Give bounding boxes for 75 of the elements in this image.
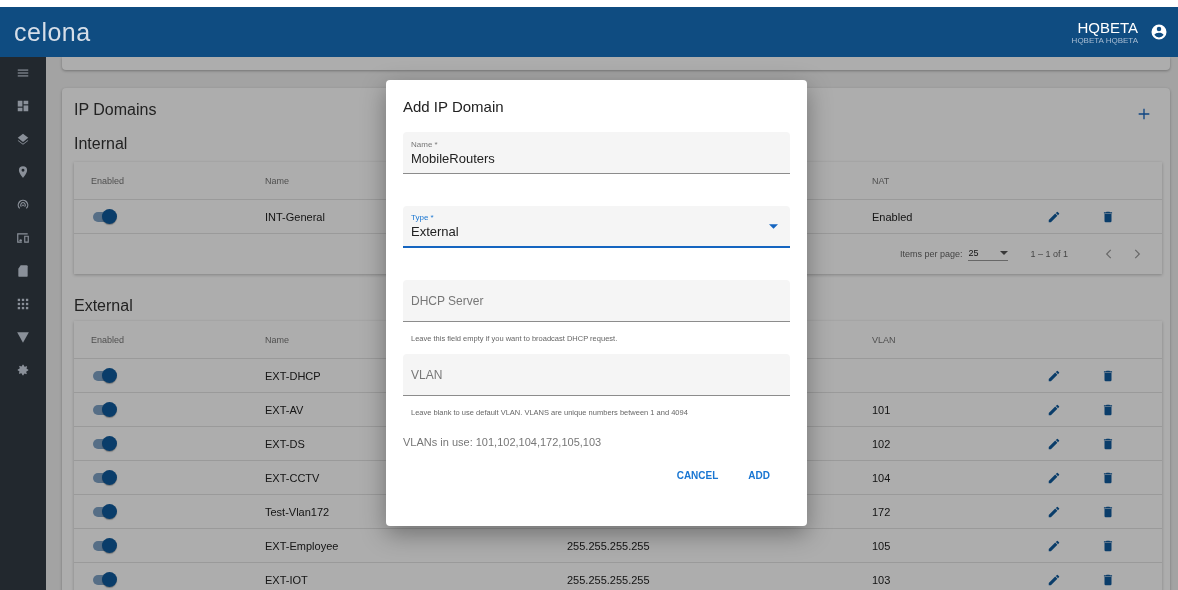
caret-icon xyxy=(1000,250,1009,255)
location-pin-icon[interactable] xyxy=(16,165,30,179)
user-name: HQBETA xyxy=(1077,19,1138,36)
toggle-switch[interactable] xyxy=(91,400,118,419)
card-title: IP Domains xyxy=(74,101,157,119)
input-field[interactable]: Type * External xyxy=(403,206,790,248)
edit-icon[interactable] xyxy=(1047,470,1061,485)
add-button[interactable]: ADD xyxy=(736,464,782,487)
dialog-title: Add IP Domain xyxy=(403,98,505,117)
delete-icon[interactable] xyxy=(1101,402,1115,417)
edit-icon[interactable] xyxy=(1047,209,1061,224)
caret-icon xyxy=(769,223,778,229)
settings-icon[interactable] xyxy=(16,363,30,377)
user-subtitle: HQBETA HQBETA xyxy=(1071,36,1138,45)
delete-icon[interactable] xyxy=(1101,368,1115,383)
column-header: Enabled xyxy=(91,175,125,186)
account-icon[interactable] xyxy=(1150,23,1168,41)
edit-icon[interactable] xyxy=(1047,572,1061,587)
layers-icon[interactable] xyxy=(16,132,30,146)
delete-icon[interactable] xyxy=(1101,209,1115,224)
table-cell: 103 xyxy=(872,573,891,586)
sim-card-icon[interactable] xyxy=(16,264,30,278)
table-cell: EXT-CCTV xyxy=(265,471,320,484)
toggle-switch[interactable] xyxy=(91,207,118,226)
edit-icon[interactable] xyxy=(1047,436,1061,451)
devices-icon[interactable] xyxy=(16,231,30,245)
toggle-switch[interactable] xyxy=(91,434,118,453)
dashboard-icon[interactable] xyxy=(16,99,30,113)
items-per-page-label: Items per page: xyxy=(899,249,963,259)
table-cell: EXT-DHCP xyxy=(265,369,321,382)
delete-icon[interactable] xyxy=(1101,504,1115,519)
section-title: Internal xyxy=(74,135,128,153)
column-header: Name xyxy=(265,334,289,345)
edit-icon[interactable] xyxy=(1047,504,1061,519)
table-cell: 172 xyxy=(872,505,891,518)
table-cell: 255.255.255.255 xyxy=(567,539,650,552)
column-header: NAT xyxy=(872,175,890,186)
table-cell: EXT-IOT xyxy=(265,573,308,586)
table-cell: Test-Vlan172 xyxy=(265,505,330,518)
table-cell: EXT-Employee xyxy=(265,539,339,552)
input-field[interactable]: Name * MobileRouters xyxy=(403,132,790,174)
table-cell: Enabled xyxy=(872,210,913,223)
delete-icon[interactable] xyxy=(1101,470,1115,485)
table-cell: INT-General xyxy=(265,210,325,223)
table-cell: 255.255.255.255 xyxy=(567,573,650,586)
logo: celona xyxy=(14,17,91,47)
cancel-button[interactable]: CANCEL xyxy=(664,464,731,487)
section-title: External xyxy=(74,297,133,315)
toggle-switch[interactable] xyxy=(91,468,118,487)
input-field[interactable]: VLAN xyxy=(403,354,790,396)
toggle-switch[interactable] xyxy=(91,536,118,555)
toggle-switch[interactable] xyxy=(91,570,118,589)
table-cell: EXT-AV xyxy=(265,403,304,416)
table-cell: EXT-DS xyxy=(265,437,305,450)
column-header: Enabled xyxy=(91,334,125,345)
column-header: Name xyxy=(265,175,289,186)
add-icon[interactable] xyxy=(1136,106,1152,122)
table-cell: 105 xyxy=(872,539,891,552)
toggle-switch[interactable] xyxy=(91,502,118,521)
column-header: VLAN xyxy=(872,334,896,345)
vlans-in-use-text: VLANs in use: 101,102,104,172,105,103 xyxy=(403,436,603,448)
delete-icon[interactable] xyxy=(1101,436,1115,451)
toggle-switch[interactable] xyxy=(91,366,118,385)
table-cell: 101 xyxy=(872,403,891,416)
page-size-select[interactable]: 25 xyxy=(968,247,1009,261)
edit-icon[interactable] xyxy=(1047,368,1061,383)
delete-icon[interactable] xyxy=(1101,538,1115,553)
table-cell: 104 xyxy=(872,471,891,484)
delete-icon[interactable] xyxy=(1101,572,1115,587)
grid-icon[interactable] xyxy=(16,297,30,311)
input-field[interactable]: DHCP Server xyxy=(403,280,790,322)
table-cell: 102 xyxy=(872,437,891,450)
page-range: 1 – 1 of 1 xyxy=(1030,249,1068,259)
edit-icon[interactable] xyxy=(1047,538,1061,553)
edit-icon[interactable] xyxy=(1047,402,1061,417)
